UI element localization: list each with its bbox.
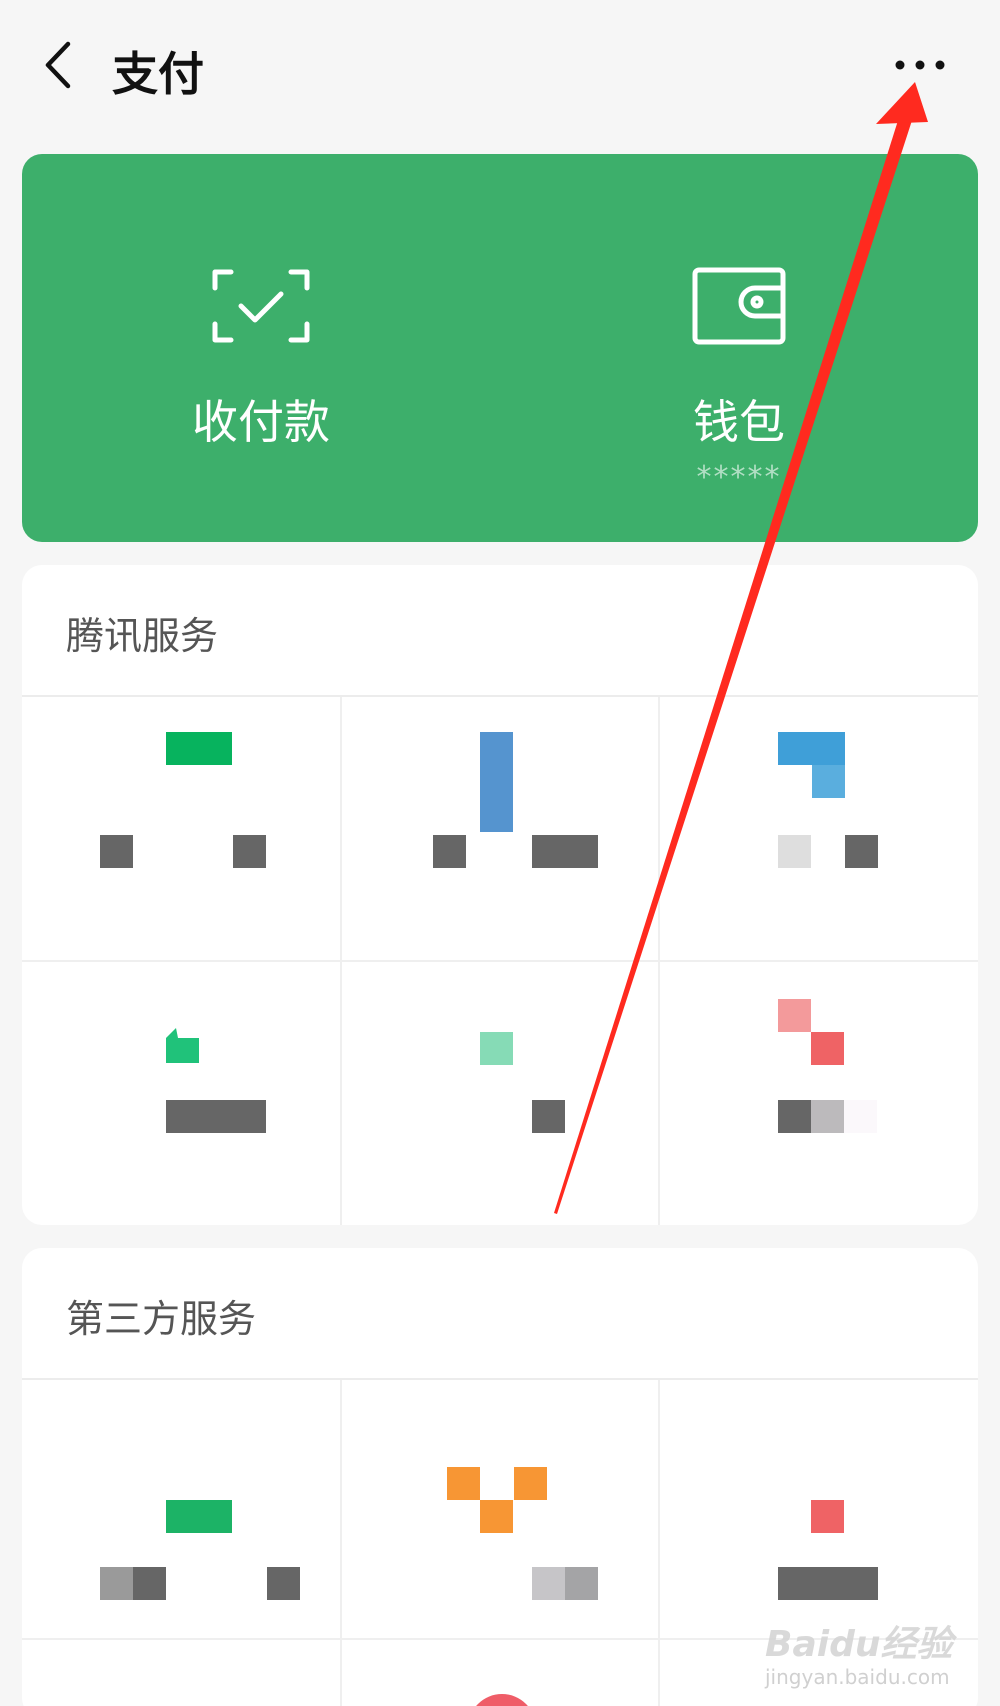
wallet-label: 钱包 [693,395,785,449]
service-icon [480,1500,513,1533]
service-icon [447,1467,480,1500]
section-title: 腾讯服务 [66,614,219,658]
service-icon [166,1500,232,1533]
service-label [133,1567,166,1600]
service-tile[interactable] [658,965,976,1205]
service-label [267,1567,300,1600]
service-tile[interactable] [658,1383,976,1623]
watermark-sub: jingyan.baidu.com [765,1665,950,1689]
watermark: Baidu经验 jingyan.baidu.com [765,1615,985,1695]
service-label [166,1100,266,1133]
service-label [532,1100,565,1133]
scan-check-icon [212,269,310,343]
receive-pay-label: 收付款 [192,395,330,449]
watermark-main: Baidu经验 [765,1624,953,1665]
service-label [778,835,811,868]
service-label [233,835,266,868]
payment-card: 收付款 钱包 ***** [22,154,978,542]
service-label [778,1567,878,1600]
more-button[interactable] [880,40,960,90]
divider [22,960,978,962]
service-label [845,835,878,868]
service-tile[interactable] [340,965,658,1205]
payment-page: 支付 收付款 钱包 ***** 腾讯服务 第三方服务 Baidu经验 jingy… [0,0,1000,1706]
back-button[interactable] [30,30,100,100]
service-label [532,1567,565,1600]
service-tile[interactable] [658,700,976,940]
divider [22,1378,978,1380]
more-horizontal-icon [895,60,945,70]
wallet-button[interactable]: 钱包 ***** [500,154,978,542]
service-icon [812,765,845,798]
service-tile[interactable] [340,700,658,940]
tencent-services-section: 腾讯服务 [22,565,978,1225]
service-label [433,835,466,868]
service-icon [778,732,845,765]
service-tile[interactable] [22,965,340,1205]
service-tile[interactable] [22,700,340,940]
service-label [100,1567,133,1600]
chevron-left-icon [45,41,71,89]
wallet-icon [692,267,786,345]
service-icon [514,1467,547,1500]
service-icon [166,1028,199,1063]
service-label [844,1100,877,1133]
service-icon [166,732,232,765]
service-icon [480,1032,513,1065]
wallet-balance-masked: ***** [696,460,782,495]
service-icon [811,1032,844,1065]
service-icon [480,732,513,832]
top-bar: 支付 [0,0,1000,135]
service-icon [476,1694,528,1706]
service-label [532,835,598,868]
service-label [778,1100,811,1133]
service-label [100,835,133,868]
service-tile[interactable] [22,1383,340,1623]
service-label [811,1100,844,1133]
service-icon [778,999,811,1032]
service-label [565,1567,598,1600]
receive-pay-button[interactable]: 收付款 [22,154,500,542]
page-title: 支付 [112,47,204,101]
service-tile[interactable] [340,1383,658,1623]
service-icon [811,1500,844,1533]
divider [22,695,978,697]
section-title: 第三方服务 [66,1297,257,1341]
